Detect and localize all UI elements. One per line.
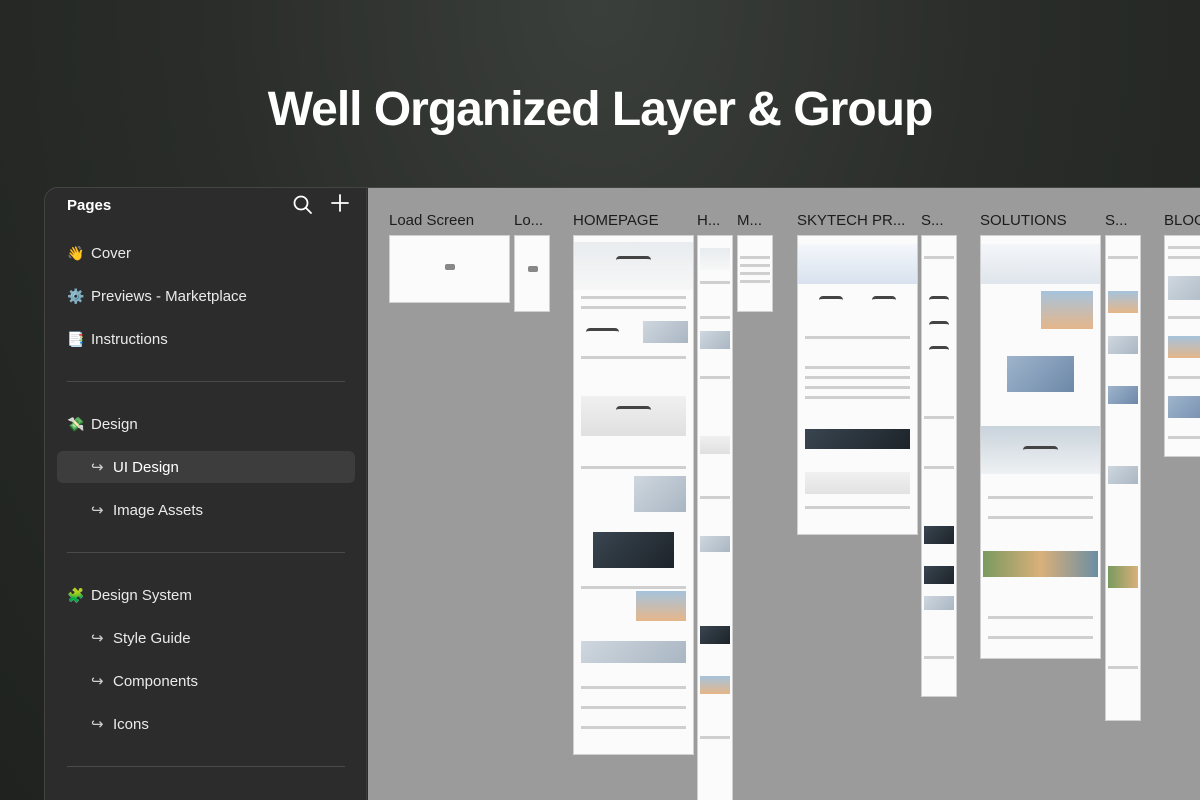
frame-homepage[interactable] (573, 235, 694, 755)
wave-icon: 👋 (67, 244, 85, 261)
gear-icon: ⚙️ (67, 287, 85, 304)
frame-title-lo[interactable]: Lo... (514, 212, 543, 229)
frame-homepage-mobile[interactable] (697, 235, 733, 800)
page-item-image-assets[interactable]: ↪ Image Assets (57, 494, 355, 526)
page-item-design[interactable]: 💸 Design (57, 408, 355, 440)
frame-skytech-mobile[interactable] (921, 235, 957, 697)
frame-title-h[interactable]: H... (697, 212, 720, 229)
page-label: Previews - Marketplace (91, 287, 247, 305)
page-item-design-system[interactable]: 🧩 Design System (57, 579, 355, 611)
return-arrow-icon: ↪ (91, 673, 104, 690)
frame-skytech-products[interactable] (797, 235, 918, 535)
frame-title-homepage[interactable]: HOMEPAGE (573, 212, 659, 229)
page-label: Instructions (91, 330, 168, 348)
frame-title-s1[interactable]: S... (921, 212, 944, 229)
money-icon: 💸 (67, 415, 85, 432)
frame-title-solutions[interactable]: SOLUTIONS (980, 212, 1067, 229)
document-icon: 📑 (67, 330, 85, 347)
pages-title: Pages (67, 197, 112, 214)
search-icon[interactable] (292, 194, 314, 216)
page-label: Design (91, 415, 138, 433)
frame-title-s2[interactable]: S... (1105, 212, 1128, 229)
page-label: Icons (113, 715, 149, 733)
page-label: Components (113, 672, 199, 690)
plus-icon[interactable] (329, 192, 351, 214)
divider (67, 381, 345, 382)
puzzle-icon: 🧩 (67, 586, 85, 603)
page-item-previews[interactable]: ⚙️ Previews - Marketplace (57, 280, 355, 312)
frame-title-blog[interactable]: BLOG (1164, 212, 1200, 229)
page-item-instructions[interactable]: 📑 Instructions (57, 323, 355, 355)
return-arrow-icon: ↪ (91, 630, 104, 647)
pages-sidebar: Pages 👋 Cover ⚙️ Previews - Marketplace … (45, 188, 367, 800)
return-arrow-icon: ↪ (91, 502, 104, 519)
return-arrow-icon: ↪ (91, 716, 104, 733)
frame-title-load-screen[interactable]: Load Screen (389, 212, 474, 229)
frame-load-screen-mobile[interactable] (514, 235, 550, 312)
page-label: Design System (91, 586, 192, 604)
page-label: Cover (91, 244, 132, 262)
figma-window: Pages 👋 Cover ⚙️ Previews - Marketplace … (44, 187, 1200, 800)
frame-solutions-mobile[interactable] (1105, 235, 1141, 721)
return-arrow-icon: ↪ (91, 459, 104, 476)
page-label: UI Design (113, 458, 179, 476)
frame-solutions[interactable] (980, 235, 1101, 659)
frame-load-screen[interactable] (389, 235, 510, 303)
frame-blog[interactable] (1164, 235, 1200, 457)
headline: Well Organized Layer & Group (267, 83, 934, 136)
frame-title-skytech[interactable]: SKYTECH PR... (797, 212, 905, 229)
page-item-components[interactable]: ↪ Components (57, 665, 355, 697)
page-item-ui-design[interactable]: ↪ UI Design (57, 451, 355, 483)
divider (67, 552, 345, 553)
page-item-style-guide[interactable]: ↪ Style Guide (57, 622, 355, 654)
page-item-icons[interactable]: ↪ Icons (57, 708, 355, 740)
page-label: Style Guide (113, 629, 191, 647)
frame-title-m[interactable]: M... (737, 212, 762, 229)
page-label: Image Assets (113, 501, 204, 519)
design-canvas[interactable]: Load Screen Lo... HOMEPAGE H... M... SKY… (368, 188, 1200, 800)
frame-menu-mobile[interactable] (737, 235, 773, 312)
divider (67, 766, 345, 767)
page-item-cover[interactable]: 👋 Cover (57, 237, 355, 269)
